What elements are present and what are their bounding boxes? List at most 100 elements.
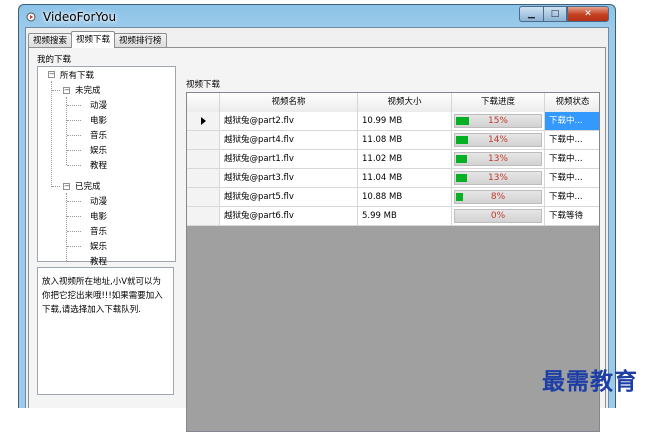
minimize-button[interactable]: ▁ <box>519 6 543 22</box>
tree-item-incomplete-entertainment[interactable]: 娱乐 <box>90 144 107 156</box>
video-size-cell[interactable]: 11.04 MB <box>358 169 452 188</box>
table-row[interactable]: 越狱兔@part1.flv 11.02 MB 13% 下载中... <box>187 150 599 169</box>
video-size-cell[interactable]: 11.08 MB <box>358 131 452 150</box>
column-header-name[interactable]: 视频名称 <box>220 93 358 112</box>
tree-connector <box>66 97 67 165</box>
tree-expander-all-downloads[interactable]: − <box>48 71 55 78</box>
video-size-cell[interactable]: 10.88 MB <box>358 188 452 207</box>
row-header[interactable] <box>187 150 220 169</box>
tree-item-incomplete-anime[interactable]: 动漫 <box>90 99 107 111</box>
table-row[interactable]: 越狱兔@part3.flv 11.04 MB 13% 下载中... <box>187 169 599 188</box>
tree-connector <box>67 246 81 247</box>
progress-bar: 14% <box>454 133 542 147</box>
video-status-cell[interactable]: 下载等待 <box>545 207 599 226</box>
tree-item-completed-tutorials[interactable]: 教程 <box>90 255 107 267</box>
video-size-cell[interactable]: 5.99 MB <box>358 207 452 226</box>
progress-percent-label: 14% <box>487 135 508 145</box>
video-status-cell[interactable]: 下载中... <box>545 169 599 188</box>
video-status-cell[interactable]: 下载中... <box>545 131 599 150</box>
video-name-cell[interactable]: 越狱兔@part6.flv <box>220 207 358 226</box>
progress-bar: 15% <box>454 114 542 128</box>
video-name-cell[interactable]: 越狱兔@part5.flv <box>220 188 358 207</box>
tree-connector <box>66 193 67 261</box>
column-header-size[interactable]: 视频大小 <box>358 93 452 112</box>
tree-item-completed-entertainment[interactable]: 娱乐 <box>90 240 107 252</box>
tree-expander-incomplete[interactable]: − <box>63 87 70 94</box>
tab-video-search[interactable]: 视频搜索 <box>28 33 73 48</box>
video-size-cell[interactable]: 11.02 MB <box>358 150 452 169</box>
row-header[interactable] <box>187 112 220 131</box>
tree-connector <box>67 165 81 166</box>
window-title: VideoForYou <box>43 10 117 24</box>
current-row-arrow-icon <box>200 116 206 125</box>
video-name-cell[interactable]: 越狱兔@part2.flv <box>220 112 358 131</box>
tree-expander-completed[interactable]: − <box>63 183 70 190</box>
download-category-tree: − 所有下载 − 未完成 动漫 电影 音乐 娱乐 教程 − 已完成 动漫 电影 … <box>37 66 176 267</box>
grid-header: 视频名称 视频大小 下载进度 视频状态 <box>187 93 599 113</box>
progress-percent-label: 0% <box>490 211 506 221</box>
row-header[interactable] <box>187 169 220 188</box>
progress-cell[interactable]: 15% <box>452 112 545 131</box>
progress-cell[interactable]: 14% <box>452 131 545 150</box>
close-button[interactable]: ✕ <box>567 6 609 22</box>
close-icon: ✕ <box>584 9 592 19</box>
progress-percent-label: 13% <box>487 173 508 183</box>
video-size-cell[interactable]: 10.99 MB <box>358 112 452 131</box>
tree-item-incomplete-music[interactable]: 音乐 <box>90 129 107 141</box>
app-icon <box>26 12 36 22</box>
tree-connector <box>51 81 52 187</box>
tree-connector <box>67 120 81 121</box>
progress-cell[interactable]: 0% <box>452 207 545 226</box>
row-header[interactable] <box>187 131 220 150</box>
video-name-cell[interactable]: 越狱兔@part4.flv <box>220 131 358 150</box>
table-row[interactable]: 越狱兔@part6.flv 5.99 MB 0% 下载等待 <box>187 207 599 226</box>
progress-bar: 8% <box>454 190 542 204</box>
tree-item-incomplete[interactable]: 未完成 <box>75 84 101 96</box>
column-header-progress[interactable]: 下载进度 <box>452 93 545 112</box>
column-header-status[interactable]: 视频状态 <box>545 93 599 112</box>
progress-cell[interactable]: 8% <box>452 188 545 207</box>
maximize-icon: □ <box>550 9 560 19</box>
tree-item-completed-anime[interactable]: 动漫 <box>90 195 107 207</box>
progress-percent-label: 8% <box>490 192 506 202</box>
progress-cell[interactable]: 13% <box>452 169 545 188</box>
tree-connector <box>67 231 81 232</box>
row-header[interactable] <box>187 207 220 226</box>
video-name-cell[interactable]: 越狱兔@part3.flv <box>220 169 358 188</box>
tree-connector <box>52 186 60 187</box>
tree-item-completed-movies[interactable]: 电影 <box>90 210 107 222</box>
tree-item-completed-music[interactable]: 音乐 <box>90 225 107 237</box>
tree-item-all-downloads[interactable]: 所有下载 <box>60 69 94 81</box>
table-row[interactable]: 越狱兔@part2.flv 10.99 MB 15% 下载中... <box>187 112 599 131</box>
progress-bar: 13% <box>454 171 542 185</box>
tree-item-incomplete-movies[interactable]: 电影 <box>90 114 107 126</box>
video-status-cell[interactable]: 下载中... <box>545 188 599 207</box>
progress-bar: 13% <box>454 152 542 166</box>
window-controls: ▁ □ ✕ <box>519 6 609 22</box>
tree-item-incomplete-tutorials[interactable]: 教程 <box>90 159 107 171</box>
table-row[interactable]: 越狱兔@part5.flv 10.88 MB 8% 下载中... <box>187 188 599 207</box>
tab-strip: 视频搜索 视频下载 视频排行榜 <box>28 31 167 48</box>
tree-connector <box>67 150 81 151</box>
video-status-cell[interactable]: 下载中... <box>545 150 599 169</box>
video-name-cell[interactable]: 越狱兔@part1.flv <box>220 150 358 169</box>
client-area: 视频搜索 视频下载 视频排行榜 我的下载 − 所有下载 − 未完成 动漫 电影 … <box>25 27 609 432</box>
my-downloads-label: 我的下载 <box>37 55 72 65</box>
table-row[interactable]: 越狱兔@part4.flv 11.08 MB 14% 下载中... <box>187 131 599 150</box>
progress-bar: 0% <box>454 209 542 223</box>
maximize-button[interactable]: □ <box>543 6 567 22</box>
progress-cell[interactable]: 13% <box>452 150 545 169</box>
download-grid: 视频名称 视频大小 下载进度 视频状态 越狱兔@part2.flv 10.99 M… <box>186 92 600 432</box>
description-text: 放入视频所在地址,小V就可以为你把它挖出来哦!!!如果需要加入下载,请选择加入下… <box>37 267 174 395</box>
tree-connector <box>67 105 81 106</box>
app-window: VideoForYou ▁ □ ✕ 视频搜索 视频下载 视频排行榜 我的下载 −… <box>18 4 616 432</box>
progress-percent-label: 15% <box>487 116 508 126</box>
tab-video-download[interactable]: 视频下载 <box>71 31 116 48</box>
tab-video-ranking[interactable]: 视频排行榜 <box>114 33 167 48</box>
tree-item-completed[interactable]: 已完成 <box>75 180 101 192</box>
tree-connector <box>67 261 81 262</box>
video-download-label: 视频下载 <box>186 80 221 90</box>
row-header[interactable] <box>187 188 220 207</box>
video-status-cell[interactable]: 下载中... <box>545 112 599 131</box>
progress-percent-label: 13% <box>487 154 508 164</box>
